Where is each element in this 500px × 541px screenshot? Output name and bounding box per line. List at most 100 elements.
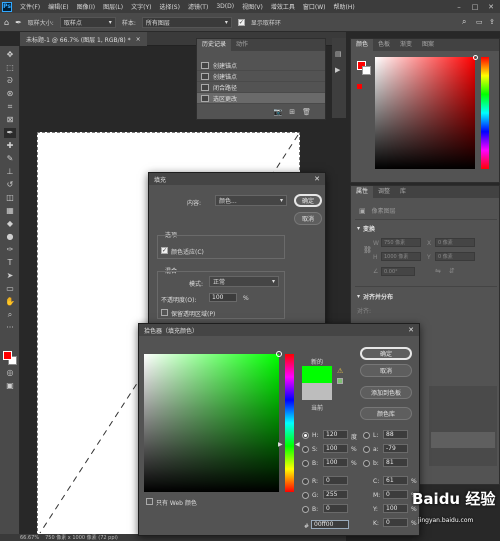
new-document-icon[interactable]: ⊞ [289,108,295,116]
flip-vertical-icon[interactable]: ⇵ [449,267,455,275]
trash-icon[interactable]: 🗑 [302,108,311,116]
history-item-selected[interactable]: 选区更改 [197,93,325,104]
frame-tool-icon[interactable]: ⊠ [4,115,16,125]
quick-mask-icon[interactable]: ◎ [4,368,16,378]
saturation-brightness-field[interactable] [144,351,282,492]
warning-icon[interactable]: ⚠ [337,367,343,375]
menu-3d[interactable]: 3D(D) [212,3,238,10]
menu-layer[interactable]: 图层(L) [99,2,127,11]
content-select[interactable]: 颜色... ▾ [215,195,287,206]
foreground-color-swatch[interactable] [3,351,12,360]
menu-image[interactable]: 图像(I) [73,2,99,11]
blur-tool-icon[interactable]: ◆ [4,219,16,229]
green-radio[interactable] [302,492,309,499]
b-lab-radio[interactable] [363,460,370,467]
workspace-icon[interactable]: ▭ [476,18,483,26]
eyedropper-icon[interactable]: ✒ [4,128,16,138]
move-tool-icon[interactable]: ✥ [4,50,16,60]
a-radio[interactable] [363,446,370,453]
maximize-icon[interactable]: □ [468,0,482,13]
close-window-icon[interactable]: ✕ [484,0,498,13]
close-tab-icon[interactable]: × [136,36,141,43]
picker-ok-button[interactable]: 确定 [360,347,412,360]
tab-adjustments[interactable]: 调整 [373,186,395,198]
brightness-radio[interactable] [302,460,309,467]
saturation-radio[interactable] [302,446,309,453]
angle-field[interactable]: 0.00° [381,267,415,276]
blue-input[interactable]: 0 [323,504,348,513]
zoom-tool-icon[interactable]: ⌕ [4,310,16,320]
tab-swatches[interactable]: 色板 [373,39,395,51]
sample-select[interactable]: 所有图层 ▾ [141,16,232,28]
menu-type[interactable]: 文字(Y) [127,2,155,11]
width-field[interactable]: 750 像素 [381,238,421,247]
fill-cancel-button[interactable]: 取消 [294,212,322,225]
preserve-transparency-checkbox[interactable] [161,309,168,316]
align-section-title[interactable]: ▾ 对齐并分布 [351,290,393,302]
mode-select[interactable]: 正常 ▾ [209,276,279,287]
hue-strip[interactable] [285,354,294,492]
quick-select-tool-icon[interactable]: ⊛ [4,89,16,99]
hue-slider-left-arrow[interactable]: ▶ [278,441,283,448]
hue-input[interactable]: 120 [323,430,348,439]
eraser-tool-icon[interactable]: ◫ [4,193,16,203]
blue-radio[interactable] [302,506,309,513]
magenta-input[interactable]: 0 [383,490,408,499]
black-input[interactable]: 0 [383,518,408,527]
saturation-input[interactable]: 100 [323,444,348,453]
tab-color[interactable]: 颜色 [351,39,374,51]
menu-select[interactable]: 选择(S) [155,2,184,11]
web-safe-cube-icon[interactable] [337,378,343,384]
type-tool-icon[interactable]: T [4,258,16,268]
gradient-tool-icon[interactable]: ▦ [4,206,16,216]
menu-file[interactable]: 文件(F) [16,2,44,11]
hue-slider[interactable] [481,57,489,169]
hand-tool-icon[interactable]: ✋ [4,297,16,307]
close-icon[interactable]: ✕ [314,175,320,183]
menu-edit[interactable]: 编辑(E) [44,2,72,11]
menu-view[interactable]: 视图(V) [238,2,267,11]
lasso-tool-icon[interactable]: ᘐ [4,76,16,86]
search-icon[interactable]: ⌕ [462,17,466,27]
height-field[interactable]: 1000 像素 [381,252,421,261]
brush-tool-icon[interactable]: ✎ [4,154,16,164]
bg-color-swatch[interactable] [362,66,371,75]
yellow-input[interactable]: 100 [383,504,408,513]
flip-horizontal-icon[interactable]: ⇋ [435,267,441,275]
tab-actions[interactable]: 动作 [231,39,253,51]
out-of-gamut-swatch[interactable] [357,84,362,89]
hue-slider-right-arrow[interactable]: ◀ [295,441,300,448]
opacity-input[interactable]: 100 [209,293,237,302]
hue-radio[interactable] [302,432,309,439]
tab-history[interactable]: 历史记录 [197,39,232,51]
history-item[interactable]: 闭合路径 [197,82,325,93]
tab-libraries[interactable]: 库 [395,186,411,198]
green-input[interactable]: 255 [323,490,348,499]
add-to-swatches-button[interactable]: 添加到色板 [360,386,412,399]
brightness-input[interactable]: 100 [323,458,348,467]
eyedropper-tool-icon[interactable]: ✒ [15,18,22,27]
pen-tool-icon[interactable]: ✑ [4,245,16,255]
tab-patterns[interactable]: 图案 [417,39,439,51]
link-icon[interactable]: ⛓ [363,246,372,254]
document-tab[interactable]: 未标题-1 @ 66.7% (图层 1, RGB/8) * × [20,32,147,46]
fill-ok-button[interactable]: 确定 [294,194,322,207]
layer-row[interactable] [431,432,495,448]
menu-filter[interactable]: 滤镜(T) [184,2,212,11]
menu-window[interactable]: 窗口(W) [299,2,330,11]
red-input[interactable]: 0 [323,476,348,485]
home-icon[interactable]: ⌂ [4,18,9,27]
color-libraries-button[interactable]: 颜色库 [360,407,412,420]
x-field[interactable]: 0 像素 [435,238,475,247]
history-brush-icon[interactable]: ↺ [4,180,16,190]
history-panel-icon[interactable]: ▤ [335,50,342,58]
clone-stamp-icon[interactable]: ⊥ [4,167,16,177]
transform-section-title[interactable]: ▾ 变换 [351,222,375,234]
sample-size-select[interactable]: 取样点 ▾ [59,16,116,28]
b-lab-input[interactable]: 81 [383,458,408,467]
marquee-tool-icon[interactable]: ⬚ [4,63,16,73]
current-color-swatch[interactable] [302,383,332,400]
share-icon[interactable]: ⇪ [489,18,495,26]
crop-tool-icon[interactable]: ⌗ [4,102,16,112]
path-select-icon[interactable]: ➤ [4,271,16,281]
